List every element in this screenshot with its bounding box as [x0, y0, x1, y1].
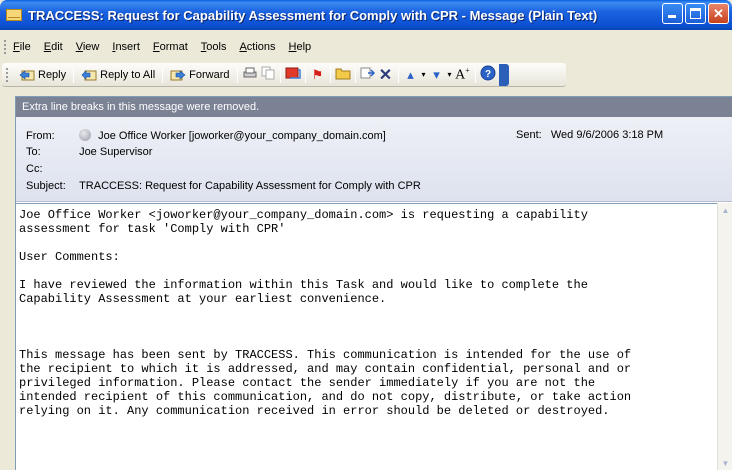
toolbar-separator — [236, 66, 238, 83]
copy-icon-svg — [261, 66, 274, 80]
info-bar[interactable]: Extra line breaks in this message were r… — [16, 97, 732, 117]
body-line: privileged information. Please contact t… — [19, 376, 596, 390]
body-line: Capability Assessment at your earliest c… — [19, 292, 387, 306]
body-line — [19, 320, 719, 334]
body-line: This message has been sent by TRACCESS. … — [19, 348, 632, 362]
message-body[interactable]: Joe Office Worker <joworker@your_company… — [16, 203, 719, 470]
minimize-button[interactable] — [662, 3, 683, 24]
move-icon-svg — [360, 67, 375, 79]
menu-file[interactable]: File — [13, 41, 31, 53]
forward-label: Forward — [189, 68, 230, 81]
body-line: User Comments: — [19, 250, 120, 264]
toolbar-separator — [329, 66, 331, 83]
body-line: assessment for task 'Comply with CPR' — [19, 222, 286, 236]
message-pane: Extra line breaks in this message were r… — [15, 96, 732, 470]
window-controls: ✕ — [662, 3, 729, 24]
scroll-down-icon[interactable]: ▼ — [718, 456, 732, 470]
menu-help[interactable]: Help — [289, 41, 312, 53]
reply-all-icon — [81, 69, 97, 80]
next-dropdown-icon[interactable]: ▾ — [446, 70, 454, 79]
toolbar-separator — [73, 66, 75, 83]
subject-row: Subject: TRACCESS: Request for Capabilit… — [26, 180, 421, 192]
menu-grip[interactable] — [4, 40, 7, 54]
menu-edit[interactable]: Edit — [44, 41, 63, 53]
reply-button[interactable]: Reply — [15, 64, 70, 86]
body-line — [19, 264, 719, 278]
message-header: From: Joe Office Worker [joworker@your_c… — [16, 117, 732, 202]
to-row: To: Joe Supervisor — [26, 146, 152, 158]
message-body-text: Joe Office Worker <joworker@your_company… — [16, 204, 719, 418]
sent-value: Wed 9/6/2006 3:18 PM — [550, 129, 664, 141]
minimize-icon — [668, 15, 676, 18]
menu-tools[interactable]: Tools — [201, 41, 227, 53]
svg-text:?: ? — [484, 69, 490, 80]
body-line: Joe Office Worker <joworker@your_company… — [19, 208, 588, 222]
delete-icon[interactable]: ✕ — [377, 65, 395, 85]
body-line — [19, 334, 719, 348]
reply-all-button[interactable]: Reply to All — [77, 64, 159, 86]
window-title: TRACCESS: Request for Capability Assessm… — [28, 7, 598, 23]
folder-icon-svg — [335, 68, 350, 80]
sent-row: Sent: Wed 9/6/2006 3:18 PM — [516, 129, 663, 141]
toolbar-separator — [474, 66, 476, 83]
font-size-icon[interactable]: A+ — [454, 66, 472, 84]
menu-insert[interactable]: Insert — [112, 41, 140, 53]
sent-label: Sent: — [516, 129, 542, 141]
subject-label: Subject: — [26, 180, 66, 192]
copy-icon[interactable] — [259, 66, 277, 83]
maximize-button[interactable] — [685, 3, 706, 24]
forward-button[interactable]: Forward — [166, 64, 233, 86]
move-to-folder-icon[interactable] — [334, 66, 352, 83]
categorize-icon-svg — [285, 67, 301, 79]
previous-dropdown-icon[interactable]: ▾ — [420, 70, 428, 79]
cc-row: Cc: — [26, 163, 79, 175]
body-line — [19, 306, 719, 320]
forward-icon — [170, 69, 186, 80]
to-value[interactable]: Joe Supervisor — [79, 146, 152, 158]
toolbar-separator — [162, 66, 164, 83]
reply-icon — [19, 69, 35, 80]
title-bar[interactable]: TRACCESS: Request for Capability Assessm… — [0, 0, 732, 30]
from-row: From: Joe Office Worker [joworker@your_c… — [26, 129, 386, 142]
help-icon-svg: ? — [480, 65, 495, 81]
body-line: intended recipient of this communication… — [19, 390, 632, 404]
reply-all-label: Reply to All — [100, 68, 156, 81]
close-button[interactable]: ✕ — [708, 3, 729, 24]
follow-up-flag-icon[interactable]: ⚑ — [309, 67, 327, 83]
body-line: I have reviewed the information within t… — [19, 278, 588, 292]
menu-view[interactable]: View — [76, 41, 100, 53]
toolbar-separator — [279, 66, 281, 83]
reply-label: Reply — [38, 68, 67, 81]
menu-bar: File Edit View Insert Format Tools Actio… — [0, 37, 732, 57]
scroll-up-icon[interactable]: ▲ — [718, 203, 732, 218]
print-icon[interactable] — [241, 66, 259, 83]
categorize-icon[interactable] — [284, 66, 302, 83]
toolbar-separator — [354, 66, 356, 83]
subject-value: TRACCESS: Request for Capability Assessm… — [79, 180, 421, 192]
body-line: the recipient to which it is addressed, … — [19, 362, 632, 376]
toolbar-separator — [397, 66, 399, 83]
move-icon[interactable] — [359, 66, 377, 83]
to-label: To: — [26, 146, 41, 158]
toolbar-separator — [304, 66, 306, 83]
cc-label: Cc: — [26, 163, 43, 175]
from-value[interactable]: Joe Office Worker [joworker@your_company… — [98, 130, 386, 142]
body-line — [19, 236, 719, 250]
body-line: relying on it. Any communication receive… — [19, 404, 610, 418]
standard-toolbar: Reply Reply to All Forward ⚑ ✕ ▴ ▾ ▾ ▾ A… — [2, 63, 566, 87]
menu-actions[interactable]: Actions — [239, 41, 275, 53]
presence-icon[interactable] — [79, 129, 92, 141]
menu-format[interactable]: Format — [153, 41, 188, 53]
toolbar-options-button[interactable] — [498, 63, 509, 86]
next-item-icon[interactable]: ▾ — [428, 67, 446, 83]
vertical-scrollbar[interactable]: ▲ ▼ — [717, 203, 732, 470]
help-icon[interactable]: ? — [479, 65, 497, 84]
close-icon: ✕ — [713, 6, 724, 21]
previous-item-icon[interactable]: ▴ — [402, 67, 420, 83]
maximize-icon — [690, 8, 701, 19]
print-icon-svg — [243, 67, 256, 78]
toolbar-grip[interactable] — [6, 67, 9, 82]
from-label: From: — [26, 130, 55, 142]
envelope-icon — [6, 9, 22, 21]
